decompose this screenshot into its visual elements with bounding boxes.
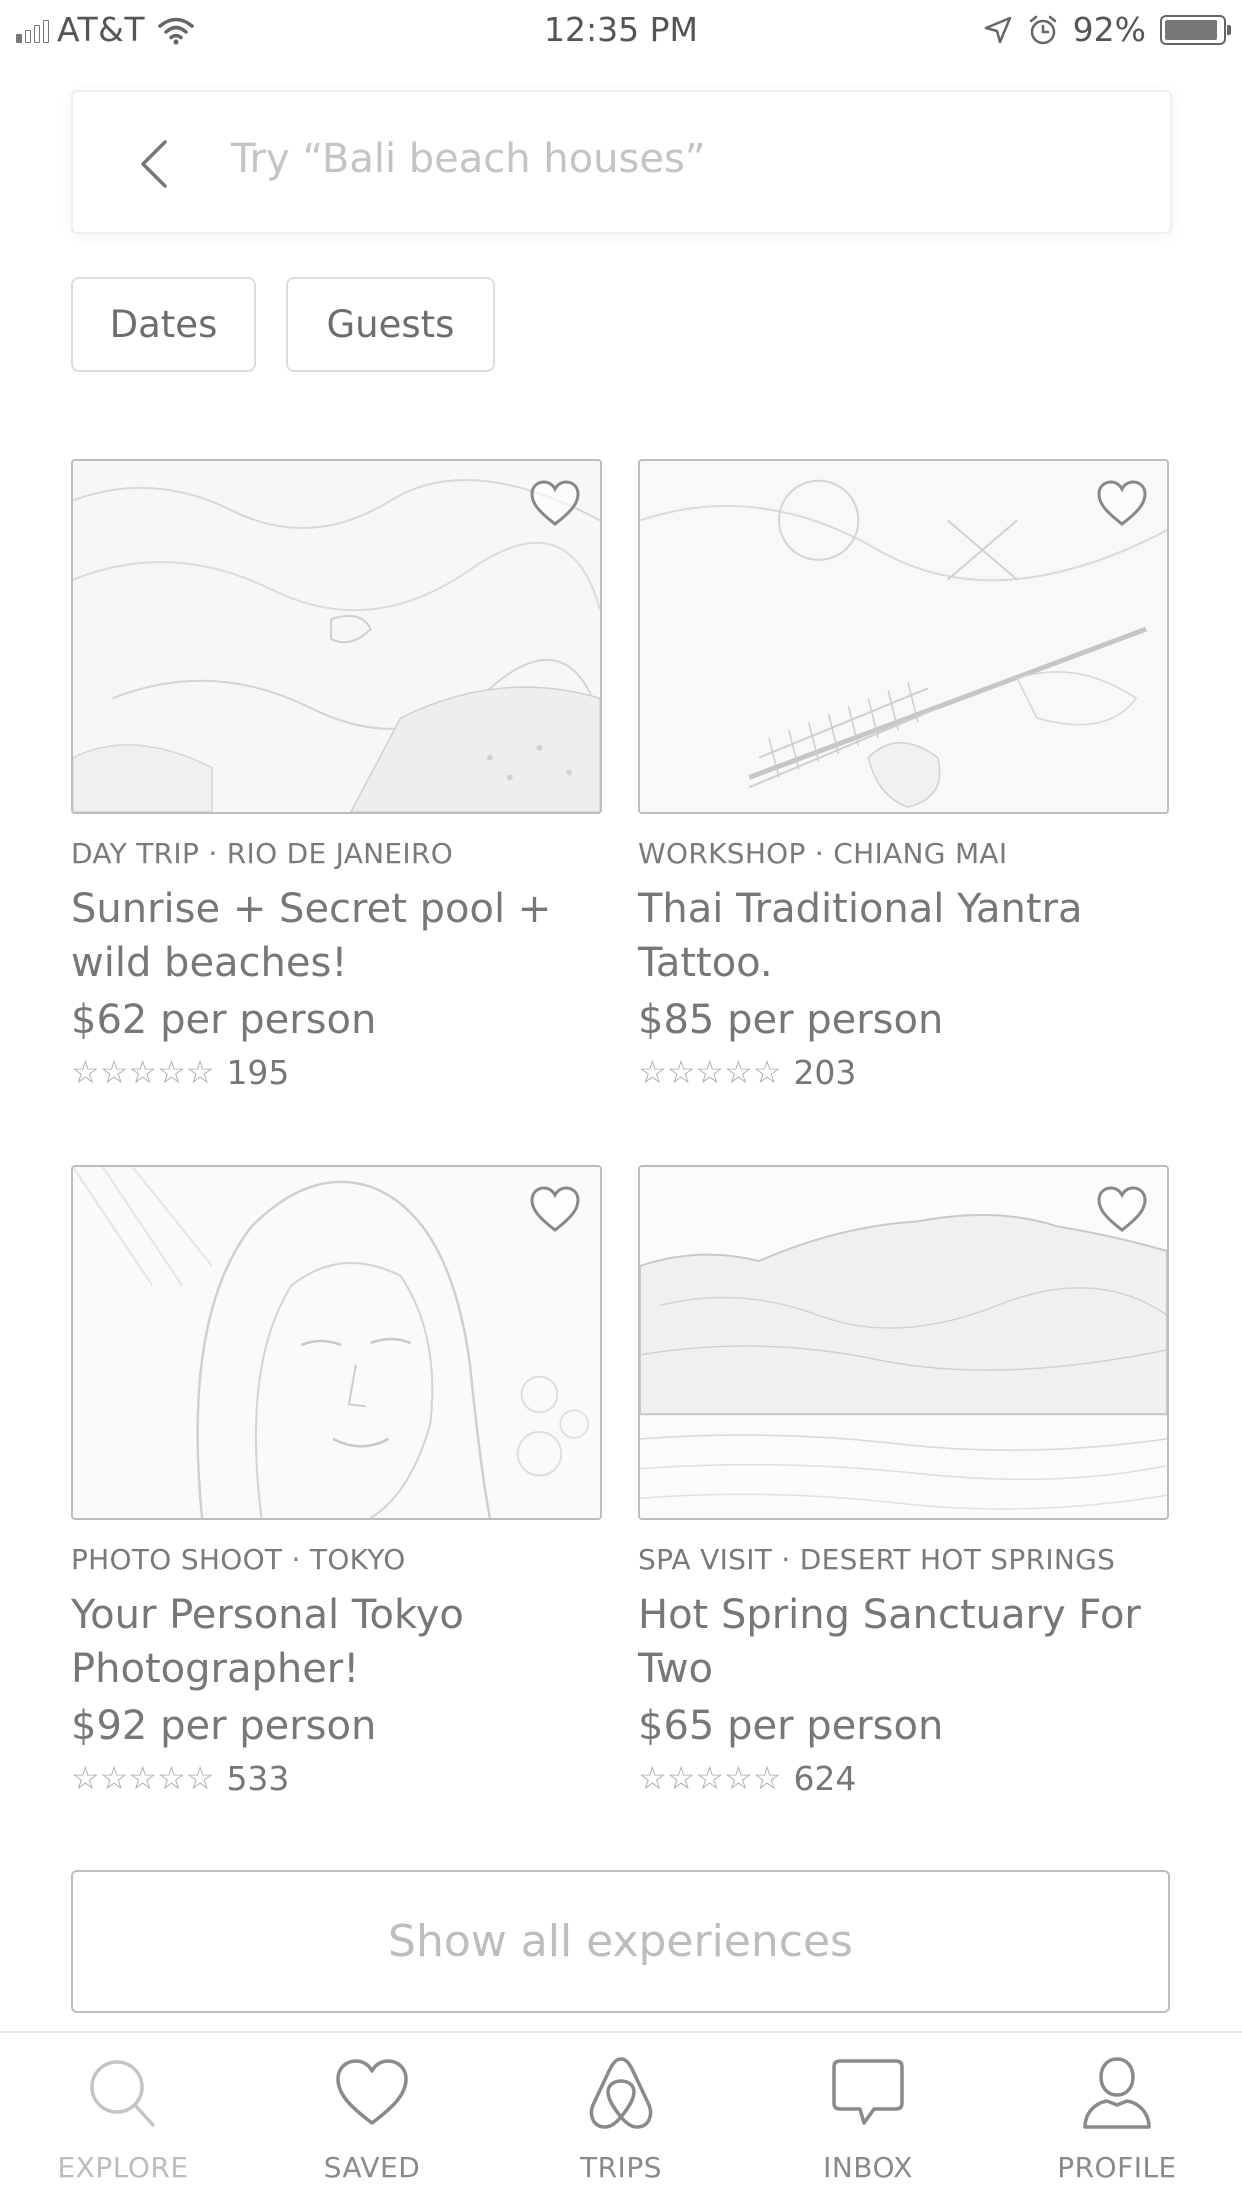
battery-icon: [1160, 14, 1231, 45]
review-count: 533: [226, 1758, 290, 1798]
review-count: 203: [793, 1052, 857, 1092]
rating: ☆☆☆☆☆ 203: [638, 1050, 1169, 1094]
heart-outline-icon[interactable]: [1095, 479, 1149, 529]
experience-category: PHOTO SHOOT · TOKYO: [71, 1543, 406, 1576]
person-icon: [1083, 2057, 1151, 2129]
search-icon: [90, 2060, 155, 2127]
experience-card[interactable]: PHOTO SHOOT · TOKYO Your Personal Tokyo …: [71, 1165, 602, 1800]
experience-photo[interactable]: [638, 459, 1169, 814]
heart-icon: [336, 2059, 408, 2125]
heart-outline-icon[interactable]: [528, 1185, 582, 1235]
status-right: 92%: [983, 10, 1231, 49]
review-count: 195: [226, 1052, 290, 1092]
tattoo-image: [640, 461, 1167, 812]
mountain-lake-image: [640, 1167, 1167, 1518]
tab-label: PROFILE: [1057, 2151, 1177, 2184]
tab-profile[interactable]: PROFILE: [1017, 2053, 1217, 2184]
rating: ☆☆☆☆☆ 533: [71, 1756, 602, 1800]
screen: AT&T 12:35 PM 92% Try “Bali beach houses…: [0, 0, 1242, 2208]
tab-saved[interactable]: SAVED: [272, 2053, 472, 2184]
rating: ☆☆☆☆☆ 195: [71, 1050, 602, 1094]
battery-percent: 92%: [1072, 10, 1146, 49]
heart-outline-icon[interactable]: [528, 479, 582, 529]
experience-card[interactable]: DAY TRIP · RIO DE JANEIRO Sunrise + Secr…: [71, 459, 602, 1094]
search-input[interactable]: Try “Bali beach houses”: [231, 136, 706, 182]
tab-label: INBOX: [823, 2151, 913, 2184]
airbnb-logo-icon: [589, 2057, 653, 2129]
star-rating-icon: ☆☆☆☆☆: [638, 1759, 782, 1797]
experience-photo[interactable]: [638, 1165, 1169, 1520]
tab-inbox[interactable]: INBOX: [768, 2053, 968, 2184]
experience-title[interactable]: Your Personal Tokyo Photographer!: [71, 1588, 602, 1696]
show-all-experiences-button[interactable]: Show all experiences: [71, 1870, 1170, 2013]
chat-bubble-icon: [832, 2059, 904, 2125]
star-rating-icon: ☆☆☆☆☆: [71, 1759, 215, 1797]
experience-title[interactable]: Sunrise + Secret pool + wild beaches!: [71, 882, 602, 990]
tab-explore[interactable]: EXPLORE: [23, 2053, 223, 2184]
star-rating-icon: ☆☆☆☆☆: [71, 1053, 215, 1091]
dates-filter-button[interactable]: Dates: [71, 277, 256, 372]
battery-fill: [1165, 19, 1217, 40]
tab-bar: EXPLORE SAVED TRIPS INBOX PROFILE: [0, 2031, 1242, 2208]
experience-category: WORKSHOP · CHIANG MAI: [638, 837, 1008, 870]
portrait-image: [73, 1167, 600, 1518]
tab-label: EXPLORE: [57, 2151, 189, 2184]
experience-photo[interactable]: [71, 459, 602, 814]
experience-category: DAY TRIP · RIO DE JANEIRO: [71, 837, 454, 870]
experience-price: $85 per person: [638, 997, 944, 1043]
experience-category: SPA VISIT · DESERT HOT SPRINGS: [638, 1543, 1116, 1576]
experience-card[interactable]: WORKSHOP · CHIANG MAI Thai Traditional Y…: [638, 459, 1169, 1094]
guests-filter-button[interactable]: Guests: [286, 277, 495, 372]
status-bar: AT&T 12:35 PM 92%: [0, 0, 1242, 60]
experience-title[interactable]: Hot Spring Sanctuary For Two: [638, 1588, 1169, 1696]
tab-label: TRIPS: [580, 2151, 662, 2184]
experience-price: $65 per person: [638, 1703, 944, 1749]
experience-price: $92 per person: [71, 1703, 377, 1749]
beach-pool-image: [73, 461, 600, 812]
location-arrow-icon: [984, 16, 1011, 43]
search-bar[interactable]: Try “Bali beach houses”: [71, 90, 1172, 234]
experience-photo[interactable]: [71, 1165, 602, 1520]
experience-card[interactable]: SPA VISIT · DESERT HOT SPRINGS Hot Sprin…: [638, 1165, 1169, 1800]
chevron-left-icon[interactable]: [135, 136, 175, 192]
tab-trips[interactable]: TRIPS: [521, 2053, 721, 2184]
star-rating-icon: ☆☆☆☆☆: [638, 1053, 782, 1091]
experience-title[interactable]: Thai Traditional Yantra Tattoo.: [638, 882, 1169, 990]
rating: ☆☆☆☆☆ 624: [638, 1756, 1169, 1800]
experience-price: $62 per person: [71, 997, 377, 1043]
alarm-icon: [1029, 15, 1056, 44]
heart-outline-icon[interactable]: [1095, 1185, 1149, 1235]
tab-label: SAVED: [323, 2151, 421, 2184]
review-count: 624: [793, 1758, 857, 1798]
